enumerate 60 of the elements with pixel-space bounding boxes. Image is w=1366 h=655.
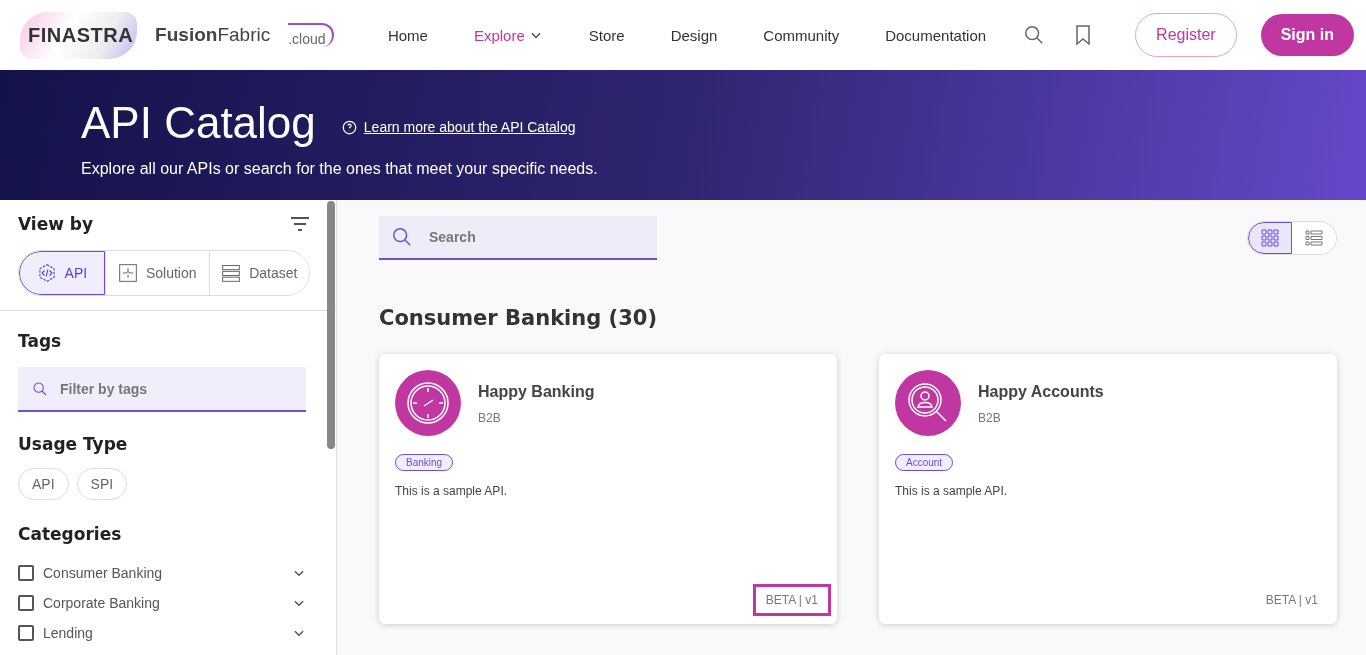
page-subtitle: Explore all our APIs or search for the ones that meet your specific needs.	[81, 160, 599, 178]
nav-link[interactable]: Store	[565, 26, 648, 44]
section-heading: Usage Type	[18, 434, 129, 454]
grid-view-button[interactable]	[1248, 222, 1292, 254]
tag-filter-input[interactable]: Filter by tags	[58, 379, 292, 398]
section-heading: View by	[18, 214, 94, 234]
learn-more-link[interactable]: Learn more about the API Catalog	[341, 119, 576, 135]
grid-icon	[1261, 229, 1279, 247]
card-description: This is a sample API.	[895, 484, 1009, 498]
api-card[interactable]: Happy Banking B2B Banking This is a sample API. BETA | v1	[379, 354, 837, 624]
card-subtitle: B2B	[978, 411, 1002, 425]
section-heading: Tags	[18, 331, 63, 351]
filter-icon[interactable]	[290, 216, 310, 232]
nav-link[interactable]: Design	[647, 26, 741, 44]
puzzle-icon	[117, 263, 138, 283]
server-icon	[221, 263, 242, 283]
sign-in-button[interactable]: Sign in	[1260, 14, 1354, 56]
scrollbar-thumb[interactable]	[327, 201, 335, 449]
register-button[interactable]: Register	[1135, 13, 1237, 57]
search-icon	[1023, 24, 1046, 46]
checkbox[interactable]	[18, 625, 34, 641]
code-hexagon-icon	[36, 263, 57, 283]
view-by-tab[interactable]: API	[19, 251, 105, 295]
tag-chip: Account	[895, 454, 954, 471]
nav-link[interactable]: Explore	[450, 26, 566, 44]
brand-logo[interactable]: FINASTRA	[20, 11, 138, 59]
checkbox[interactable]	[18, 565, 34, 581]
card-subtitle: B2B	[478, 411, 502, 425]
tag-filter-bar[interactable]: Filter by tags	[18, 367, 306, 412]
tag-chip: Banking	[395, 454, 454, 471]
view-by-tab[interactable]: Dataset	[208, 251, 309, 295]
nav-link[interactable]: Home	[364, 26, 451, 44]
search-icon	[391, 226, 413, 248]
search-icon	[32, 380, 48, 397]
checkbox[interactable]	[18, 595, 34, 611]
version-label: BETA | v1	[1264, 592, 1319, 609]
list-view-button[interactable]	[1292, 222, 1336, 254]
magnifier-person-icon	[895, 370, 961, 436]
help-icon	[341, 119, 357, 135]
card-description: This is a sample API.	[395, 484, 509, 498]
nav-link[interactable]: Community	[740, 26, 863, 44]
product-logo: FusionFabric	[155, 24, 271, 46]
category-label: Consumer Banking	[43, 565, 164, 581]
gauge-icon	[395, 370, 461, 436]
card-title: Happy Accounts	[978, 383, 1104, 401]
section-heading: Categories	[18, 524, 123, 544]
page-title: API Catalog	[81, 98, 316, 148]
usage-type-chip[interactable]: SPI	[76, 468, 128, 500]
nav-link[interactable]: Documentation	[862, 26, 1010, 44]
category-label: Corporate Banking	[43, 595, 161, 611]
usage-type-chip[interactable]: API	[18, 468, 69, 500]
cloud-logo: .cloud	[288, 23, 334, 47]
version-label: BETA | v1	[752, 584, 831, 616]
search-input[interactable]: Search	[427, 228, 645, 246]
api-card[interactable]: Happy Accounts B2B Account This is a sample API. BETA | v1	[879, 354, 1337, 624]
category-label: Lending	[43, 625, 94, 641]
list-icon	[1305, 230, 1323, 246]
card-title: Happy Banking	[478, 383, 595, 401]
section-title: Consumer Banking (30)	[379, 306, 659, 330]
search-field[interactable]: Search	[379, 216, 657, 260]
